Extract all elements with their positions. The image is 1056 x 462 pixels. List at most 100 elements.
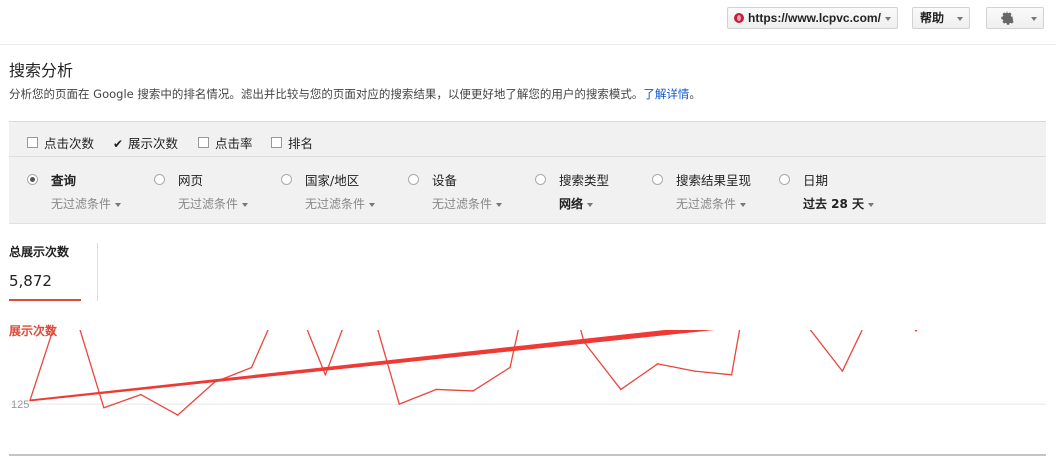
dimension-filter-dropdown[interactable]: 无过滤条件 — [178, 195, 274, 212]
metric-label: 点击率 — [215, 136, 253, 151]
series-segment — [177, 381, 216, 416]
radio-selected-icon — [27, 174, 38, 185]
caret-down-icon — [740, 202, 747, 207]
impressions-chart: 125250375500 — [9, 330, 1046, 456]
page-description: 分析您的页面在 Google 搜索中的排名情况。滤出并比较与您的页面对应的搜索结… — [9, 86, 701, 102]
dimension-filter-dropdown[interactable]: 无过滤条件 — [51, 195, 147, 212]
series-segment — [103, 393, 141, 409]
dimension-filter-dropdown[interactable]: 网络 — [559, 195, 655, 212]
checkmark-icon: ✔ — [113, 137, 124, 151]
dimension-label: 查询 — [51, 173, 77, 188]
data-point — [103, 406, 105, 409]
globe-icon — [734, 13, 744, 23]
metric-ctr[interactable]: 点击率 — [198, 133, 253, 152]
checkbox-icon — [271, 137, 282, 148]
dimension-device[interactable]: 设备 无过滤条件 — [408, 170, 528, 212]
series-segment — [29, 330, 54, 401]
data-point — [656, 363, 659, 365]
caret-down-icon — [884, 16, 891, 21]
caret-down-icon — [496, 202, 503, 207]
series-segment — [915, 330, 918, 332]
help-button[interactable]: 帮助 — [912, 7, 970, 29]
data-point — [509, 366, 511, 369]
total-impressions-label: 总展示次数 — [9, 245, 70, 259]
caret-down-icon — [868, 202, 875, 207]
dimension-filter-dropdown[interactable]: 无过滤条件 — [432, 195, 528, 212]
series-segment — [841, 330, 863, 372]
caret-down-icon — [242, 202, 249, 207]
series-segment — [730, 330, 741, 375]
learn-more-link[interactable]: 了解详情 — [643, 87, 689, 101]
series-segment — [140, 394, 179, 416]
data-point — [176, 414, 179, 416]
radio-icon — [408, 174, 419, 185]
dimension-query[interactable]: 查询 无过滤条件 — [27, 170, 147, 212]
series-segment — [399, 388, 437, 405]
dimension-label: 搜索类型 — [559, 173, 610, 188]
metric-position[interactable]: 排名 — [271, 133, 313, 152]
radio-icon — [779, 174, 790, 185]
dimension-filter-dropdown[interactable]: 无过滤条件 — [676, 195, 772, 212]
metric-toggles: 点击次数 ✔ 展示次数 点击率 排名 — [9, 122, 1046, 157]
caret-down-icon — [115, 202, 122, 207]
metric-label: 排名 — [288, 136, 314, 151]
data-point — [398, 403, 401, 405]
series-segment — [914, 330, 917, 332]
metric-clicks[interactable]: 点击次数 — [27, 133, 94, 152]
dimension-country[interactable]: 国家/地区 无过滤条件 — [281, 170, 401, 212]
description-text: 分析您的页面在 Google 搜索中的排名情况。滤出并比较与您的页面对应的搜索结… — [9, 87, 644, 101]
dimension-label: 搜索结果呈现 — [676, 173, 752, 188]
y-tick-label: 125 — [11, 399, 29, 411]
metric-label: 展示次数 — [128, 136, 179, 151]
settings-button[interactable] — [986, 7, 1044, 29]
data-point — [841, 370, 844, 372]
caret-down-icon — [1031, 17, 1037, 21]
dimension-search-type[interactable]: 搜索类型 网络 — [535, 170, 655, 212]
total-impressions-value: 5,872 — [9, 272, 52, 290]
data-point — [139, 393, 142, 396]
metric-label: 点击次数 — [44, 136, 95, 151]
metric-impressions[interactable]: ✔ 展示次数 — [113, 133, 178, 152]
dimension-label: 国家/地区 — [305, 173, 360, 188]
site-url: https://www.lcpvc.com/ — [748, 11, 881, 25]
series-segment — [620, 363, 659, 390]
series-segment — [657, 363, 695, 372]
top-bar: https://www.lcpvc.com/ 帮助 — [0, 0, 1056, 45]
series-segment — [694, 370, 732, 376]
dimension-page[interactable]: 网页 无过滤条件 — [154, 170, 274, 212]
data-point — [324, 374, 327, 376]
data-point — [250, 366, 253, 369]
radio-icon — [154, 174, 165, 185]
caret-down-icon — [369, 202, 376, 207]
site-selector-button[interactable]: https://www.lcpvc.com/ — [727, 7, 898, 29]
totals-divider — [97, 243, 98, 301]
help-label: 帮助 — [920, 11, 945, 25]
checkbox-icon — [27, 137, 38, 148]
dimension-date[interactable]: 日期 过去 28 天 — [779, 170, 899, 212]
radio-icon — [652, 174, 663, 185]
dimension-label: 设备 — [432, 173, 458, 188]
dimension-label: 日期 — [803, 173, 829, 188]
dimension-filter-dropdown[interactable]: 过去 28 天 — [803, 195, 899, 212]
caret-down-icon — [587, 202, 594, 207]
data-point — [730, 374, 733, 376]
data-point — [620, 388, 622, 391]
dimension-search-appearance[interactable]: 搜索结果呈现 无过滤条件 — [652, 170, 772, 212]
data-point — [435, 388, 437, 391]
dimension-filter-dropdown[interactable]: 无过滤条件 — [305, 195, 401, 212]
series-segment — [472, 366, 511, 392]
gear-icon — [1001, 11, 1014, 25]
radio-icon — [535, 174, 546, 185]
dimension-label: 网页 — [178, 173, 204, 188]
series-segment — [809, 330, 843, 372]
filter-panel: 点击次数 ✔ 展示次数 点击率 排名 查询 无过滤条件 网页 无过滤条件 国家/地… — [9, 121, 1046, 224]
data-point — [915, 330, 918, 332]
checkbox-icon — [198, 137, 209, 148]
page-title: 搜索分析 — [9, 61, 74, 80]
series-segment — [377, 330, 400, 405]
caret-down-icon — [957, 17, 963, 21]
trend-arrow-shaft — [29, 330, 715, 402]
description-end: 。 — [689, 87, 701, 101]
data-point — [693, 370, 696, 372]
total-underline — [9, 299, 81, 301]
